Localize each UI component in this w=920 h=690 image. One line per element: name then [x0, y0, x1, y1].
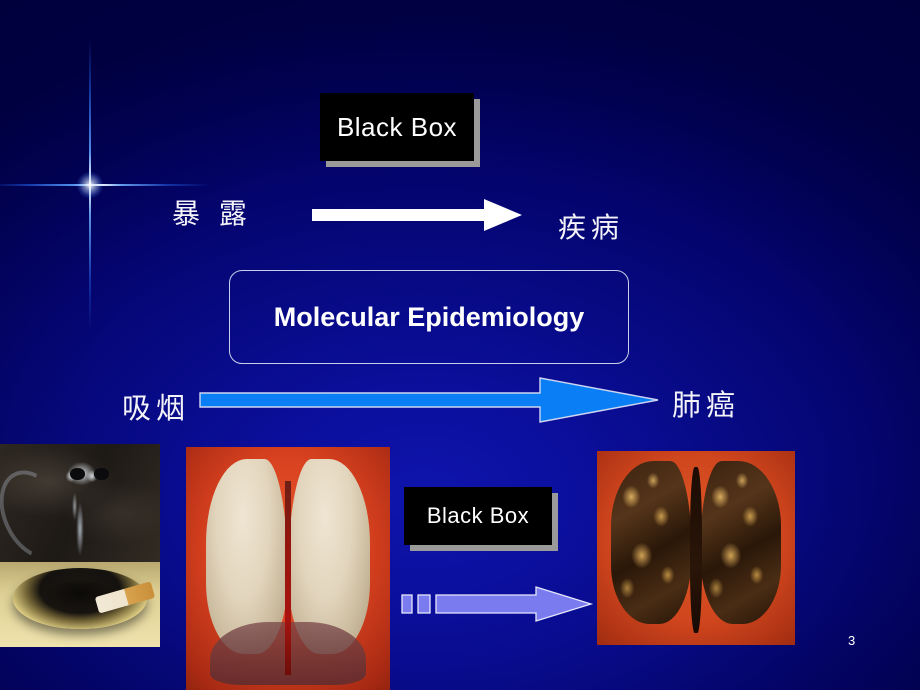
black-box-bottom: Black Box	[404, 487, 552, 545]
molecular-epidemiology-callout: Molecular Epidemiology	[229, 270, 629, 364]
black-box-top-label: Black Box	[336, 111, 458, 142]
smoking-label: 吸烟	[122, 391, 191, 425]
smoke-skull-left-eye	[70, 468, 85, 480]
smoke-skull-right-eye	[94, 468, 109, 480]
diseased-lung-left	[610, 460, 693, 624]
healthy-lungs-photo	[186, 447, 390, 690]
lung-cancer-label: 肺癌	[672, 388, 741, 422]
presentation-slide: Black Box 暴 露 疾病 Molecular Epidemiology …	[0, 0, 920, 690]
black-box-top: Black Box	[320, 93, 474, 161]
cigarette-ashtray-smoke-skull-photo	[0, 444, 160, 647]
healthy-lungs-midline-vessel	[284, 481, 292, 676]
molecular-epidemiology-label: Molecular Epidemiology	[273, 301, 585, 332]
page-number: 3	[848, 633, 856, 648]
diseased-lungs-midline-gap	[690, 466, 702, 634]
mechanism-dashed-arrow	[401, 586, 594, 622]
black-box-bottom-label: Black Box	[426, 503, 530, 528]
exposure-label: 暴 露	[172, 197, 252, 230]
smoking-to-lung-cancer-arrow	[199, 377, 659, 423]
diseased-smoker-lungs-photo	[597, 451, 795, 645]
exposure-to-disease-arrow	[312, 199, 522, 231]
diseased-lung-right	[699, 460, 782, 624]
disease-label: 疾病	[558, 211, 625, 244]
